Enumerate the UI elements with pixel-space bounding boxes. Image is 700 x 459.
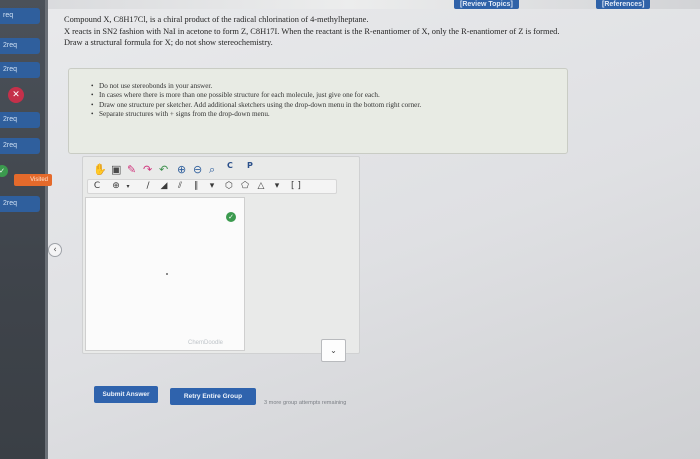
instruction-item: Draw one structure per sketcher. Add add…: [91, 101, 567, 111]
submit-answer-button[interactable]: Submit Answer: [94, 386, 158, 403]
question-sidebar: req 2req 2req ✕ 2req 2req ✓ 2req: [0, 0, 48, 459]
lasso-icon[interactable]: ↷: [143, 163, 152, 177]
sidebar-item-1[interactable]: req: [0, 8, 40, 24]
sidebar-item-3[interactable]: 2req: [0, 62, 40, 78]
chem-sketcher: ✋ ▣ ✎ ↷ ↶ ⊕ ⊖ ⌕ C P C ⊕ ▾ / ◢ ⫽ ∥ ▾ ⬡ ⬠ …: [82, 156, 360, 354]
add-sketcher-dropdown[interactable]: ⌄: [321, 339, 346, 362]
canvas-center-marker: [166, 273, 168, 275]
instruction-item: In cases where there is more than one po…: [91, 91, 567, 101]
ring-pentagon-icon[interactable]: ⬠: [238, 180, 252, 193]
references-link[interactable]: [References]: [596, 0, 651, 9]
sketcher-toolbar-top: ✋ ▣ ✎ ↷ ↶ ⊕ ⊖ ⌕ C P: [89, 161, 289, 179]
ring-hexagon-icon[interactable]: ⬡: [222, 180, 236, 193]
x-circle-icon: ✕: [8, 87, 24, 103]
question-line-1: Compound X, C8H17Cl, is a chiral product…: [64, 15, 369, 24]
zoom-out-icon[interactable]: ⊖: [193, 163, 202, 177]
single-bond-icon[interactable]: /: [142, 180, 154, 193]
zoom-in-icon[interactable]: ⊕: [177, 163, 186, 177]
attempts-remaining-text: 3 more group attempts remaining: [264, 400, 347, 406]
ring-cyclopropane-icon[interactable]: △: [254, 180, 268, 193]
sketcher-toolbar-bottom: C ⊕ ▾ / ◢ ⫽ ∥ ▾ ⬡ ⬠ △ ▾ [ ]: [87, 179, 337, 194]
drawing-canvas[interactable]: ✓ ChemDoodle: [85, 197, 245, 351]
undo-icon[interactable]: ↶: [159, 163, 168, 177]
retry-group-button[interactable]: Retry Entire Group: [170, 388, 256, 405]
eraser-icon[interactable]: ▣: [111, 163, 121, 177]
chevron-down-icon[interactable]: ▾: [124, 180, 132, 193]
visited-badge: Visited: [14, 174, 52, 186]
wedge-bond-icon[interactable]: ◢: [158, 180, 170, 193]
sidebar-item-4[interactable]: 2req: [0, 112, 40, 128]
chemdoodle-watermark: ChemDoodle: [188, 340, 224, 346]
question-line-2: X reacts in SN2 fashion with NaI in acet…: [64, 26, 560, 36]
review-topics-link[interactable]: [Review Topics]: [454, 0, 519, 9]
instruction-item: Separate structures with + signs from th…: [91, 110, 567, 120]
question-text: Compound X, C8H17Cl, is a chiral product…: [64, 14, 694, 49]
ring-menu-icon[interactable]: ▾: [270, 180, 284, 193]
pencil-icon[interactable]: ✎: [127, 163, 136, 177]
double-bond-icon[interactable]: ∥: [190, 180, 202, 193]
question-line-3: Draw a structural formula for X; do not …: [64, 38, 273, 47]
copy-icon[interactable]: C: [227, 159, 233, 173]
check-circle-icon: ✓: [226, 212, 236, 222]
atom-menu-button[interactable]: ⊕: [110, 180, 122, 193]
instructions-box: Do not use stereobonds in your answer. I…: [68, 68, 568, 154]
instruction-item: Do not use stereobonds in your answer.: [91, 82, 567, 92]
collapse-sidebar-icon[interactable]: ‹: [48, 243, 62, 257]
sidebar-item-6[interactable]: 2req: [0, 196, 40, 212]
paste-icon[interactable]: P: [247, 159, 253, 173]
brackets-button[interactable]: [ ]: [288, 180, 304, 193]
chevron-down-icon: ⌄: [330, 346, 337, 355]
i-circle-icon: ✓: [0, 165, 8, 177]
search-icon[interactable]: ⌕: [209, 163, 215, 177]
top-bar: [Review Topics] [References]: [0, 0, 700, 9]
hash-bond-icon[interactable]: ⫽: [174, 180, 186, 193]
charge-button[interactable]: C: [92, 180, 102, 193]
bond-menu-icon[interactable]: ▾: [206, 180, 218, 193]
sidebar-item-5[interactable]: 2req: [0, 138, 40, 154]
sidebar-item-2[interactable]: 2req: [0, 38, 40, 54]
hand-icon[interactable]: ✋: [93, 163, 107, 177]
